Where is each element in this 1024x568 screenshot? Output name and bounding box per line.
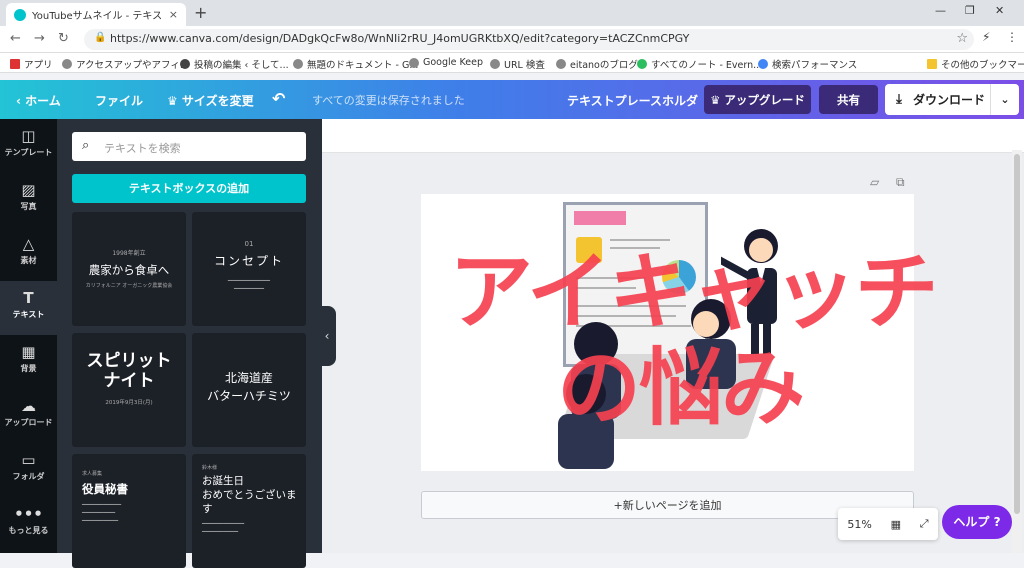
url-input[interactable]: 🔒 https://www.canva.com/design/DADgkQcFw… (84, 29, 974, 50)
resize-button[interactable]: ♛ サイズを変更 (167, 92, 254, 109)
other-bookmarks[interactable]: その他のブックマーク (927, 57, 1024, 71)
undo-icon[interactable]: ↶ (272, 89, 285, 108)
share-button[interactable]: 共有 (819, 85, 878, 114)
add-textbox-button[interactable]: テキストボックスの追加 (72, 174, 306, 203)
note-icon[interactable]: ▱ (870, 175, 879, 189)
save-status: すべての変更は保存されました (312, 94, 465, 107)
extension-icon[interactable]: ⚡ (982, 30, 990, 44)
upload-icon: ☁ (21, 397, 36, 415)
design-page[interactable]: アイキャッチ の悩み (421, 194, 939, 471)
lock-icon: 🔒 (94, 32, 107, 43)
bookmark-item[interactable]: すべてのノート - Evern... (637, 57, 762, 71)
forward-icon[interactable]: → (34, 31, 45, 46)
bookmark-item[interactable]: 無題のドキュメント - G... (293, 57, 418, 71)
template-icon: ◫ (21, 127, 36, 145)
browser-tab[interactable]: YouTubeサムネイル - テキストプレース × (6, 3, 186, 26)
back-icon[interactable]: ← (10, 31, 21, 46)
search-input[interactable]: テキストを検索 (72, 132, 306, 161)
tab-close-icon[interactable]: × (169, 8, 178, 21)
upgrade-button[interactable]: ♛ アップグレード (704, 85, 811, 114)
headline-line2[interactable]: の悩み (557, 342, 805, 434)
bookmark-item[interactable]: アプリ (10, 57, 53, 71)
bookmark-item[interactable]: Google Keep (409, 57, 483, 68)
collapse-panel-button[interactable]: ‹ (318, 306, 336, 366)
bookmarks-bar: アプリ アクセスアップやアフィ... 投稿の編集 ‹ そして... 無題のドキュ… (0, 53, 1024, 73)
globe-icon (409, 57, 419, 68)
apps-icon (10, 59, 20, 69)
bookmark-item[interactable]: 投稿の編集 ‹ そして... (180, 57, 289, 71)
zoom-level[interactable]: 51% (847, 518, 871, 531)
file-menu[interactable]: ファイル (95, 92, 143, 109)
fullscreen-icon[interactable]: ⤢ (920, 517, 929, 531)
rail-item-templates[interactable]: ◫ テンプレート (0, 119, 57, 173)
rail-item-photos[interactable]: ▨ 写真 (0, 173, 57, 227)
text-template-card[interactable]: 求人募集 役員秘書 ━━━━━━━━━━━━━ ━━━━━━━━━━━ ━━━━━━… (72, 454, 186, 568)
zoom-controls: 51% ▦ ⤢ (838, 508, 938, 540)
canvas-scroll-thumb[interactable] (1014, 154, 1020, 514)
new-tab-button[interactable]: + (194, 3, 207, 22)
rail-item-text[interactable]: T テキスト (0, 281, 57, 335)
chevron-down-icon[interactable]: ⌄ (991, 93, 1019, 106)
address-bar-row: ← → ↻ 🔒 https://www.canva.com/design/DAD… (0, 26, 1024, 53)
rail-item-upload[interactable]: ☁ アップロード (0, 389, 57, 443)
globe-icon (490, 59, 500, 69)
editor-toolbar (322, 119, 1024, 153)
menu-icon[interactable]: ⋮ (1006, 30, 1018, 44)
help-button[interactable]: ヘルプ ? (942, 505, 1012, 539)
evernote-icon (637, 59, 647, 69)
headline-line1[interactable]: アイキャッチ (449, 246, 939, 338)
download-icon: ⤓ (896, 92, 902, 107)
download-button[interactable]: ⤓ ダウンロード ⌄ (885, 84, 1019, 115)
bookmark-star-icon[interactable]: ☆ (956, 31, 968, 46)
bookmark-item[interactable]: 検索パフォーマンス (758, 57, 857, 71)
text-icon: T (23, 289, 34, 307)
side-rail: ◫ テンプレート ▨ 写真 △ 素材 T テキスト ▦ 背景 ☁ アップロード ▭ フォルダ … (0, 119, 57, 553)
background-icon: ▦ (21, 343, 36, 361)
photo-icon: ▨ (21, 181, 36, 199)
text-template-card[interactable]: 1998年創立 農家から食卓へ カリフォルニア オーガニック農業協会 (72, 212, 186, 326)
globe-icon (293, 59, 303, 69)
rail-item-background[interactable]: ▦ 背景 (0, 335, 57, 389)
text-template-card[interactable]: 01 コンセプト ━━━━━━━━━━━━━━ ━━━━━━━━━━ (192, 212, 306, 326)
canva-favicon-icon (14, 8, 26, 21)
rail-item-folder[interactable]: ▭ フォルダ (0, 443, 57, 497)
more-icon: ••• (14, 505, 43, 523)
folder-icon (927, 59, 937, 69)
rail-item-more[interactable]: ••• もっと見る (0, 497, 57, 551)
rail-item-elements[interactable]: △ 素材 (0, 227, 57, 281)
search-console-icon (758, 59, 768, 69)
blog-icon (180, 59, 190, 69)
search-icon: ⌕ (82, 138, 90, 153)
maximize-icon[interactable]: ❐ (965, 4, 975, 17)
minimize-icon[interactable]: — (935, 4, 946, 17)
url-text: https://www.canva.com/design/DADgkQcFw8o… (110, 32, 690, 45)
document-title[interactable]: テキストプレースホルダ (567, 92, 698, 109)
folder-icon: ▭ (21, 451, 36, 469)
reload-icon[interactable]: ↻ (58, 31, 69, 46)
window-close-icon[interactable]: ✕ (995, 4, 1004, 17)
bookmark-item[interactable]: URL 検査 (490, 57, 545, 71)
bookmark-item[interactable]: アクセスアップやアフィ... (62, 57, 189, 71)
editor-topbar: ‹ ホーム ファイル ♛ サイズを変更 ↶ すべての変更は保存されました テキス… (0, 80, 1024, 119)
globe-icon (556, 59, 566, 69)
duplicate-page-icon[interactable]: ⧉ (896, 175, 905, 190)
text-template-card[interactable]: 鈴木様 お誕生日 おめでとうございます ━━━━━━━━━━━━━━ ━━━━━━… (192, 454, 306, 568)
text-template-card[interactable]: スピリット ナイト 2019年9月3日(月) (72, 333, 186, 447)
globe-icon (62, 59, 72, 69)
bookmark-item[interactable]: eitanoのブログ (556, 57, 638, 71)
tab-title: YouTubeサムネイル - テキストプレース (32, 11, 165, 22)
grid-view-icon[interactable]: ▦ (891, 518, 901, 531)
text-template-card[interactable]: 北海道産 バターハチミツ (192, 333, 306, 447)
home-button[interactable]: ‹ ホーム (16, 92, 61, 109)
browser-tab-strip: YouTubeサムネイル - テキストプレース × + — ❐ ✕ (0, 0, 1024, 26)
text-panel: テキストを検索 ⌕ テキストボックスの追加 1998年創立 農家から食卓へ カリ… (57, 119, 322, 568)
download-label: ダウンロード (913, 93, 986, 107)
elements-icon: △ (22, 235, 35, 253)
